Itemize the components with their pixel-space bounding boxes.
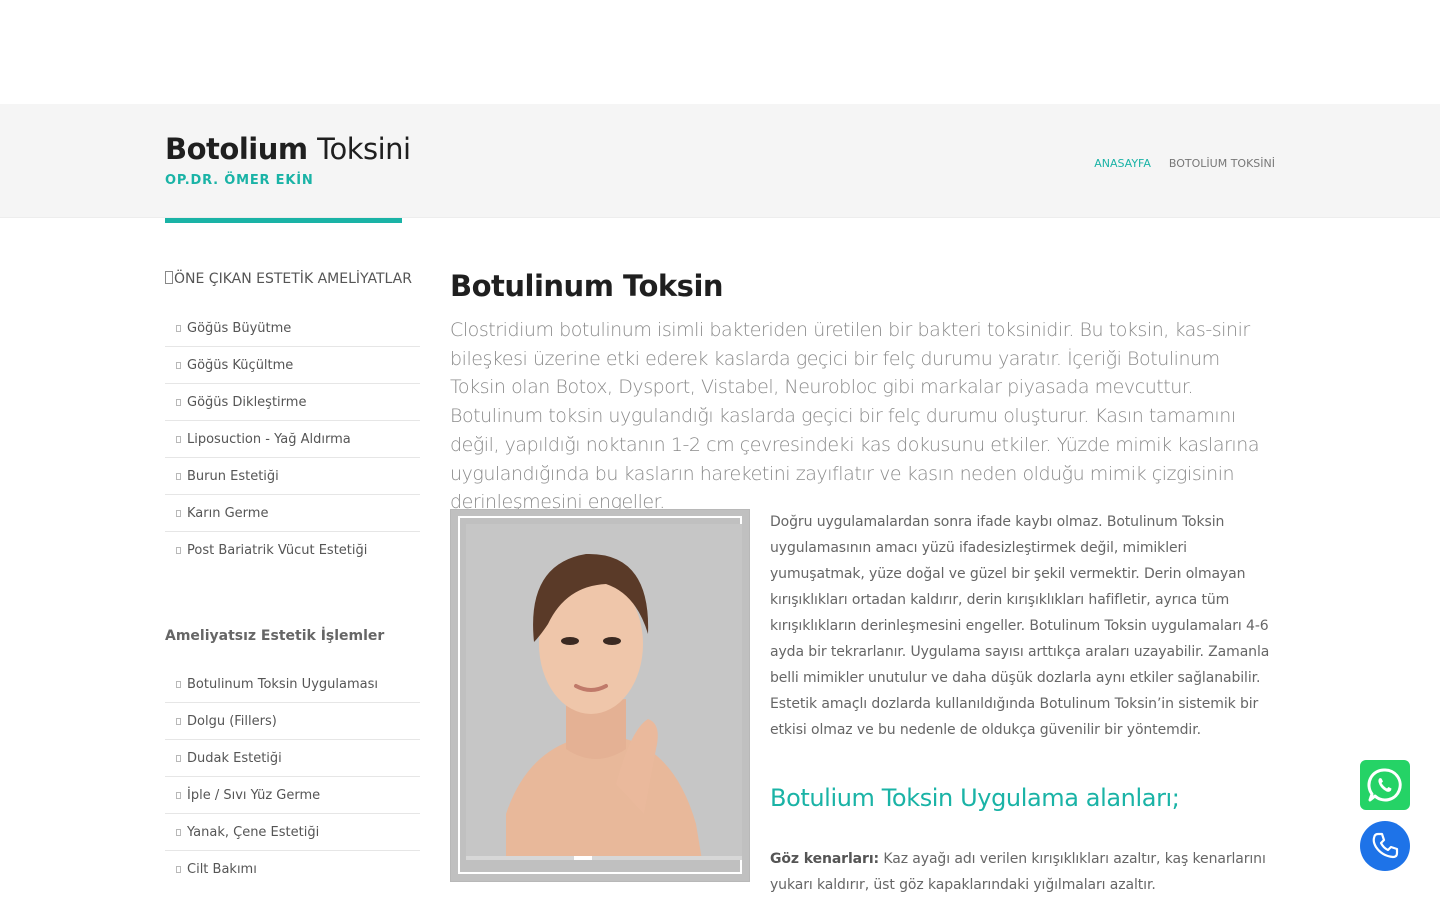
sidebar-item-label: Yanak, Çene Estetiği [187, 824, 320, 840]
breadcrumb-home-link[interactable]: ANASAYFA [1094, 157, 1151, 170]
breadcrumb-current: BOTOLİUM TOKSİNİ [1168, 157, 1275, 170]
page-title-light: Toksini [317, 132, 411, 166]
sidebar-item-botulinum[interactable]: Botulinum Toksin Uygulaması [165, 666, 420, 703]
lead-paragraph: Clostridium botulinum isimli bakteriden … [450, 319, 1260, 514]
sidebar-item-post-bariatrik[interactable]: Post Bariatrik Vücut Estetiği [165, 532, 420, 569]
page-title: Botolium Toksini [165, 132, 411, 166]
sidebar-item-cilt-bakimi[interactable]: Cilt Bakımı [165, 851, 420, 888]
sidebar-list-surgeries: Göğüs Büyütme Göğüs Küçültme Göğüs Dikle… [165, 310, 420, 569]
bullet-icon [176, 398, 181, 406]
article-body-paragraph: Doğru uygulamalardan sonra ifade kaybı o… [770, 514, 1270, 738]
page-title-bold: Botolium [165, 132, 308, 166]
article-photo-frame [450, 509, 750, 882]
missing-glyph-icon [165, 271, 173, 284]
main-content: Botulinum Toksin Clostridium botulinum i… [450, 262, 1275, 893]
sidebar-item-label: Post Bariatrik Vücut Estetiği [187, 543, 368, 558]
title-accent-bar [165, 218, 402, 223]
sidebar-item-liposuction[interactable]: Liposuction - Yağ Aldırma [165, 421, 420, 458]
whatsapp-icon [1367, 768, 1402, 802]
sidebar-item-yanak-cene[interactable]: Yanak, Çene Estetiği [165, 814, 420, 851]
bullet-icon [176, 324, 181, 332]
bullet-icon [176, 754, 181, 762]
sidebar-item-karin-germe[interactable]: Karın Germe [165, 495, 420, 532]
sidebar-heading-surgeries-text: ÖNE ÇIKAN ESTETİK AMELİYATLAR [174, 271, 412, 287]
bullet-icon [176, 828, 181, 836]
sidebar-item-label: Göğüs Büyütme [187, 320, 292, 336]
bullet-icon [176, 435, 181, 443]
page-header: Botolium Toksini OP.DR. ÖMER EKİN ANASAY… [0, 104, 1440, 218]
phone-icon [1372, 832, 1399, 859]
sidebar-item-label: Botulinum Toksin Uygulaması [187, 676, 378, 692]
sidebar-item-label: Göğüs Dikleştirme [187, 394, 307, 410]
sidebar-item-gogus-kucultme[interactable]: Göğüs Küçültme [165, 347, 420, 384]
bullet-icon [176, 472, 181, 480]
bullet-icon [176, 547, 181, 554]
sidebar-item-label: Dolgu (Fillers) [187, 713, 277, 729]
article-title-bold: Botulinum [450, 269, 614, 303]
article-title: Botulinum Toksin [450, 262, 1275, 312]
sidebar-item-burun-estetigi[interactable]: Burun Estetiği [165, 458, 420, 495]
sidebar-item-label: Karın Germe [187, 505, 269, 521]
phone-call-button[interactable] [1360, 821, 1410, 871]
sidebar-item-label: Cilt Bakımı [187, 862, 257, 877]
top-navigation-bar [0, 0, 1440, 104]
bullet-icon [176, 361, 181, 369]
sidebar-item-gogus-buyutme[interactable]: Göğüs Büyütme [165, 310, 420, 347]
section-heading-application-areas: Botulium Toksin Uygulama alanları; [770, 784, 1180, 812]
breadcrumb: ANASAYFA BOTOLİUM TOKSİNİ [1094, 157, 1275, 170]
sidebar-item-label: İple / Sıvı Yüz Germe [187, 787, 321, 803]
page-subtitle: OP.DR. ÖMER EKİN [165, 173, 314, 188]
sidebar-item-label: Göğüs Küçültme [187, 357, 294, 373]
sidebar-item-iple-yuz-germe[interactable]: İple / Sıvı Yüz Germe [165, 777, 420, 814]
sidebar-item-label: Dudak Estetiği [187, 750, 282, 766]
bullet-icon [176, 866, 181, 873]
sidebar-item-label: Burun Estetiği [187, 468, 279, 484]
sidebar-item-dudak[interactable]: Dudak Estetiği [165, 740, 420, 777]
application-area-item: Göz kenarları: Kaz ayağı adı verilen kır… [770, 846, 1290, 898]
application-area-label: Göz kenarları: [770, 851, 880, 867]
bullet-icon [176, 717, 181, 725]
sidebar-heading-nonsurgical: Ameliyatsız Estetik İşlemler [165, 628, 385, 644]
sidebar-item-label: Liposuction - Yağ Aldırma [187, 431, 351, 447]
sidebar-heading-surgeries: ÖNE ÇIKAN ESTETİK AMELİYATLAR [165, 262, 420, 298]
bullet-icon [176, 680, 181, 688]
article-title-light: Toksin [623, 269, 724, 303]
whatsapp-button[interactable] [1360, 760, 1410, 810]
sidebar-item-dolgu[interactable]: Dolgu (Fillers) [165, 703, 420, 740]
bullet-icon [176, 791, 181, 799]
sidebar: ÖNE ÇIKAN ESTETİK AMELİYATLAR Göğüs Büyü… [165, 262, 420, 888]
article-photo [466, 524, 742, 860]
sidebar-list-nonsurgical: Botulinum Toksin Uygulaması Dolgu (Fille… [165, 666, 420, 888]
bullet-icon [176, 509, 181, 517]
sidebar-item-gogus-diklestirme[interactable]: Göğüs Dikleştirme [165, 384, 420, 421]
